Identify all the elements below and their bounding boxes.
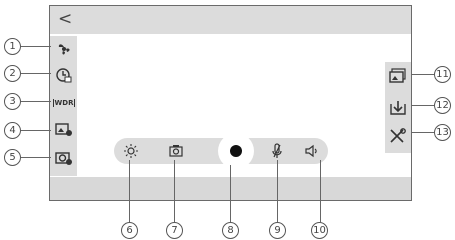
callout-leader [21,157,51,158]
callout-leader [21,101,51,102]
callout-10: 10 [311,222,328,239]
record-button[interactable] [218,133,254,169]
callout-3: 3 [4,93,21,110]
callout-leader [411,74,434,75]
wdr-icon[interactable]: WDR [52,94,76,112]
control-bar [114,133,328,169]
callout-leader [411,132,434,133]
brightness-icon[interactable] [120,142,142,160]
tools-icon[interactable] [387,127,409,145]
download-icon[interactable] [387,99,409,117]
fan-icon[interactable] [53,40,75,58]
callout-6: 6 [121,222,138,239]
record-icon [230,145,242,157]
callout-11: 11 [434,66,451,83]
callout-4: 4 [4,122,21,139]
speaker-icon[interactable] [301,142,323,160]
callout-8: 8 [222,222,239,239]
gallery-icon[interactable] [387,67,409,85]
callout-9: 9 [269,222,286,239]
right-toolbar [385,62,411,153]
callout-leader [277,160,278,222]
clock-icon[interactable] [53,67,75,85]
snapshot-icon[interactable] [165,142,187,160]
callout-13: 13 [434,124,451,141]
wdr-label: WDR [52,99,76,107]
callout-leader [21,130,51,131]
callout-leader [320,160,321,222]
camera-settings-icon[interactable] [53,149,75,167]
back-icon[interactable]: < [58,9,72,29]
image-settings-icon[interactable] [53,121,75,139]
callout-leader [129,160,130,222]
top-bar: < [50,6,411,34]
callout-5: 5 [4,149,21,166]
callout-7: 7 [166,222,183,239]
callout-leader [21,46,51,47]
callout-leader [411,105,434,106]
callout-1: 1 [4,38,21,55]
callout-12: 12 [434,97,451,114]
callout-leader [230,165,231,222]
callout-leader [21,73,51,74]
callout-2: 2 [4,65,21,82]
callout-leader [174,160,175,222]
microphone-mute-icon[interactable] [266,142,288,160]
left-toolbar: WDR [50,36,77,176]
